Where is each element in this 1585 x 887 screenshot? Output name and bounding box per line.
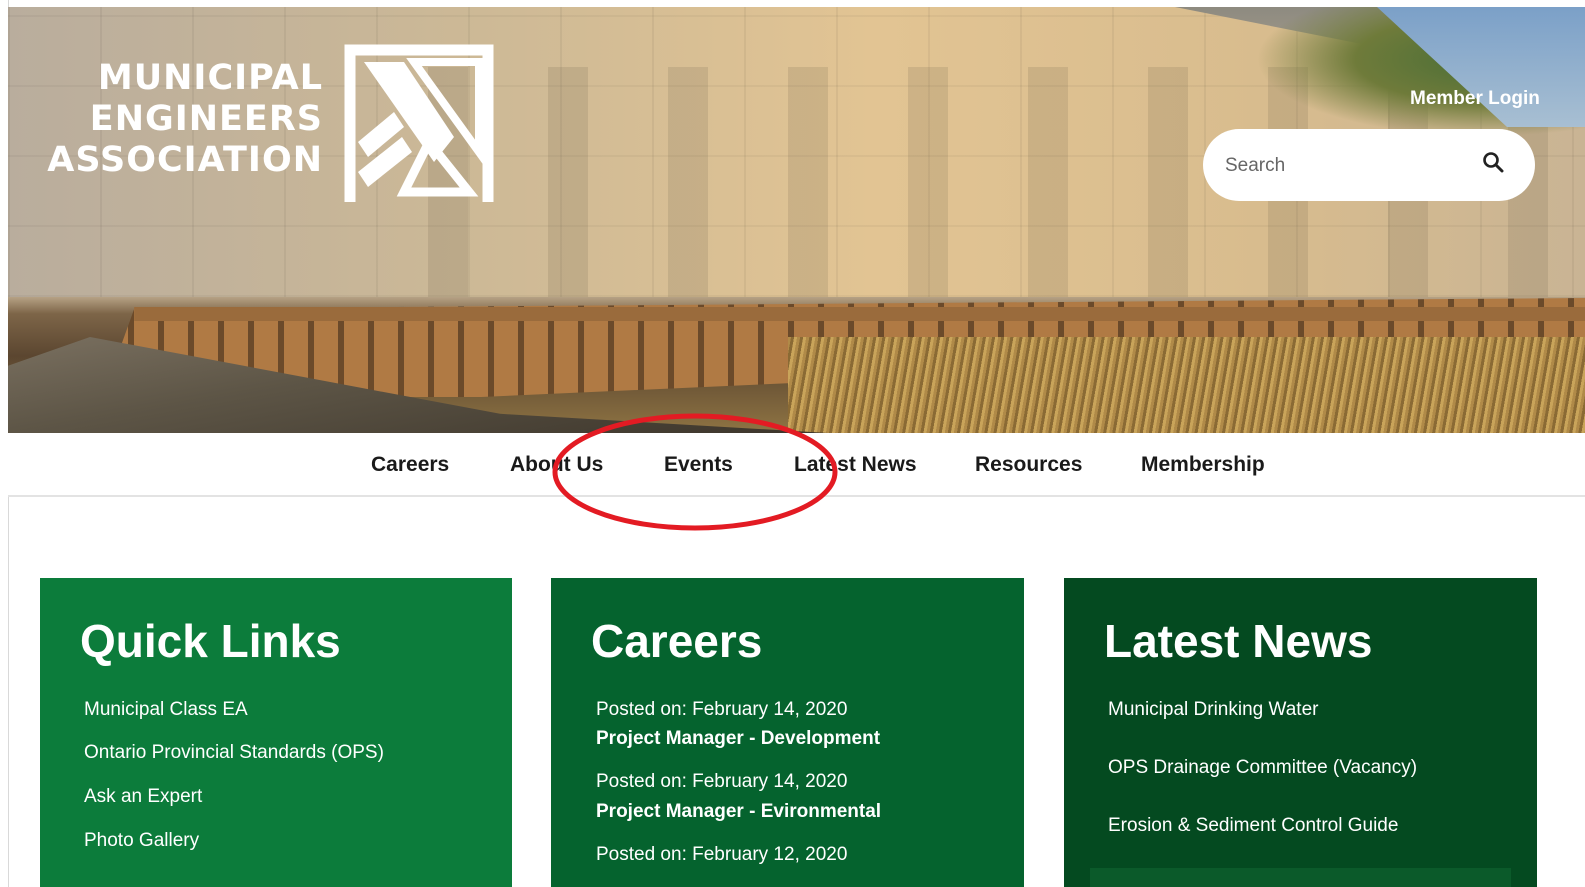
window-top-edge <box>0 0 1585 7</box>
member-login-link[interactable]: Member Login <box>1410 88 1540 110</box>
quick-link-ask-expert[interactable]: Ask an Expert <box>84 786 202 808</box>
site-logo-text[interactable]: MUNICIPAL ENGINEERS ASSOCIATION <box>18 58 323 181</box>
careers-panel: Careers Posted on: February 14, 2020 Pro… <box>551 578 1024 887</box>
nav-careers[interactable]: Careers <box>371 453 449 477</box>
career-job-link[interactable]: Project Manager - Development <box>596 728 880 750</box>
latest-news-panel: Latest News Municipal Drinking Water OPS… <box>1064 578 1537 887</box>
quick-link-ops[interactable]: Ontario Provincial Standards (OPS) <box>84 742 384 764</box>
news-item-link[interactable]: Municipal Drinking Water <box>1108 699 1318 721</box>
logo-line-3: ASSOCIATION <box>47 140 323 180</box>
news-more-bar[interactable] <box>1090 868 1511 887</box>
quick-links-title: Quick Links <box>80 615 341 667</box>
search-input[interactable] <box>1223 151 1477 181</box>
career-posted-date: Posted on: February 14, 2020 <box>596 699 848 720</box>
latest-news-title: Latest News <box>1104 615 1373 667</box>
nav-resources[interactable]: Resources <box>975 453 1082 477</box>
quick-link-photo-gallery[interactable]: Photo Gallery <box>84 830 199 852</box>
hero-rail <box>134 307 1585 321</box>
nav-membership[interactable]: Membership <box>1141 453 1265 477</box>
career-posted-date: Posted on: February 14, 2020 <box>596 771 848 792</box>
news-item-link[interactable]: OPS Drainage Committee (Vacancy) <box>1108 757 1417 779</box>
mea-logo-mark-icon[interactable] <box>344 42 494 207</box>
quick-link-class-ea[interactable]: Municipal Class EA <box>84 699 248 721</box>
career-job-link[interactable]: Project Manager - Evironmental <box>596 801 881 823</box>
events-highlight-annotation <box>552 413 838 531</box>
news-item-link[interactable]: Erosion & Sediment Control Guide <box>1108 815 1398 837</box>
hero-grass <box>788 337 1585 433</box>
search-icon[interactable] <box>1482 151 1504 173</box>
logo-line-1: MUNICIPAL <box>97 58 323 98</box>
quick-links-panel: Quick Links Municipal Class EA Ontario P… <box>40 578 512 887</box>
career-posted-date: Posted on: February 12, 2020 <box>596 844 848 865</box>
search-box[interactable] <box>1203 129 1535 201</box>
careers-title: Careers <box>591 615 763 667</box>
logo-line-2: ENGINEERS <box>89 99 323 139</box>
